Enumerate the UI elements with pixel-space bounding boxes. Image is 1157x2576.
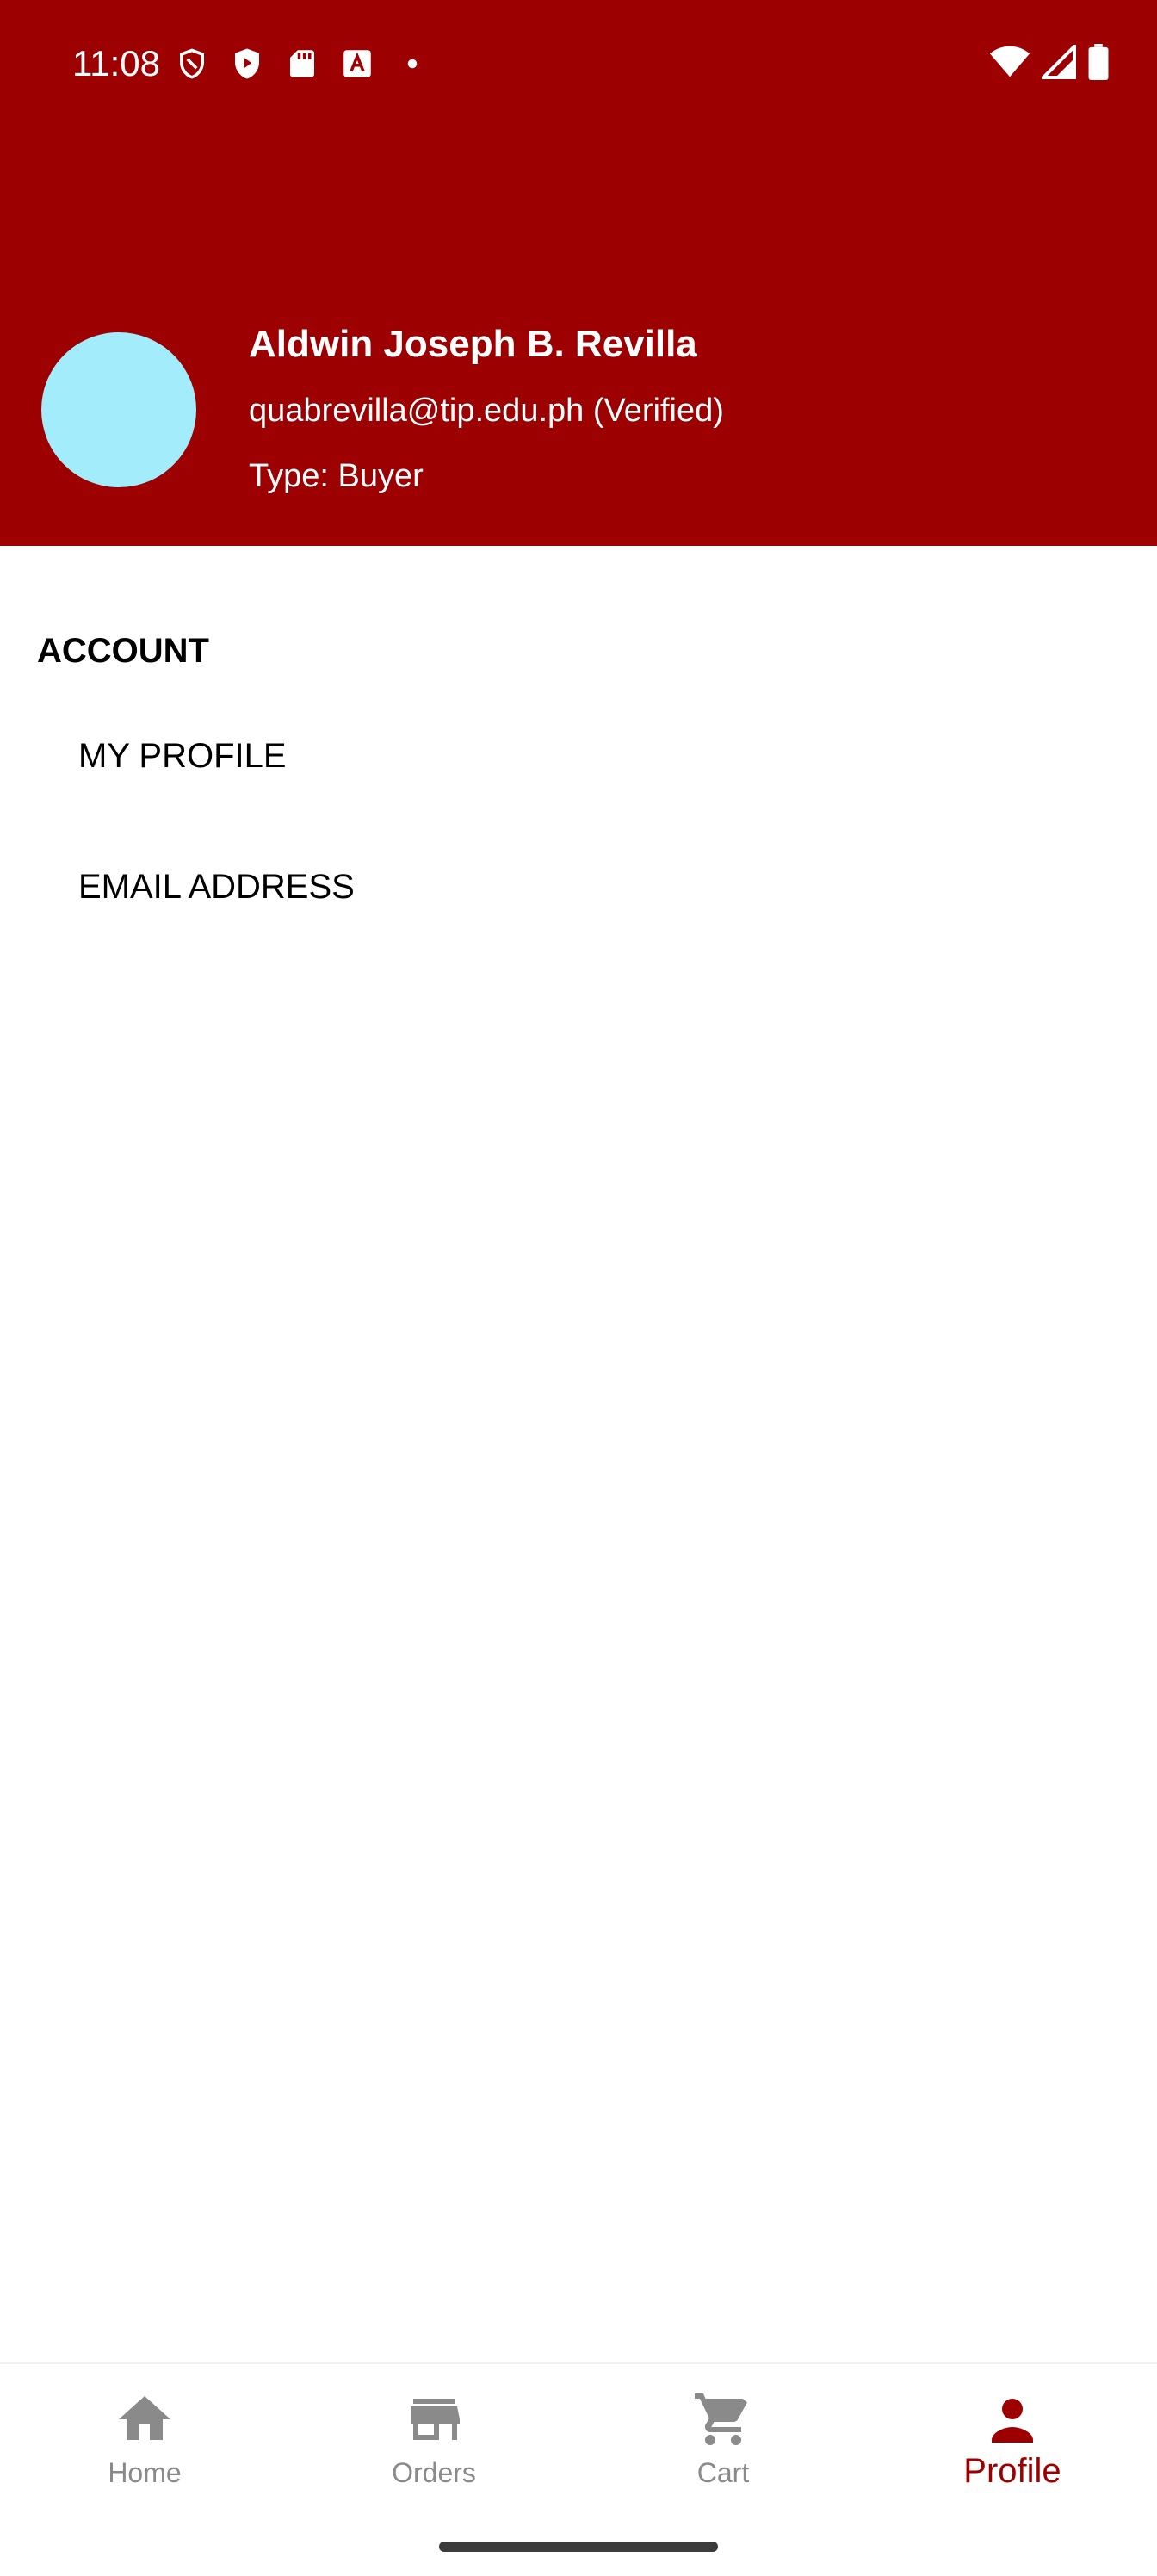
home-icon: [119, 2396, 170, 2440]
nav-cart-label: Cart: [696, 2457, 750, 2488]
app-a-icon: [339, 46, 375, 82]
nav-orders[interactable]: Orders: [289, 2364, 578, 2528]
profile-screen: 11:08 Aldwin Joseph B. Revilla quabrevil…: [0, 0, 1157, 2576]
email-address-label: EMAIL ADDRESS: [78, 867, 355, 906]
status-time: 11:08: [72, 43, 160, 84]
account-section-title: ACCOUNT: [37, 632, 209, 670]
shield-outline-icon: [174, 46, 210, 82]
person-icon: [992, 2399, 1033, 2443]
sd-card-icon: [284, 46, 320, 82]
status-bar: 11:08: [0, 0, 1157, 129]
nav-orders-label: Orders: [392, 2457, 476, 2488]
nav-home[interactable]: Home: [0, 2364, 289, 2528]
nav-profile-label: Profile: [963, 2452, 1061, 2490]
nav-cart[interactable]: Cart: [578, 2364, 868, 2528]
wifi-icon: [990, 45, 1030, 84]
profile-header: 11:08 Aldwin Joseph B. Revilla quabrevil…: [0, 0, 1157, 546]
my-profile-item[interactable]: MY PROFILE: [0, 704, 1157, 808]
shield-play-icon: [229, 46, 265, 82]
nav-profile[interactable]: Profile: [868, 2364, 1157, 2528]
store-icon: [411, 2399, 460, 2440]
status-system-icons: [990, 41, 1109, 84]
avatar[interactable]: [41, 332, 196, 487]
user-type: Type: Buyer: [249, 458, 424, 494]
nav-home-label: Home: [108, 2457, 182, 2488]
user-email: quabrevilla@tip.edu.ph (Verified): [249, 393, 724, 429]
cart-icon: [695, 2393, 747, 2445]
email-address-item[interactable]: EMAIL ADDRESS: [0, 835, 1157, 938]
signal-icon: [1039, 41, 1076, 84]
home-indicator[interactable]: [439, 2542, 718, 2552]
battery-icon: [1088, 43, 1109, 84]
user-name: Aldwin Joseph B. Revilla: [249, 323, 697, 365]
dot-icon: [394, 46, 430, 82]
my-profile-label: MY PROFILE: [78, 736, 287, 775]
status-notification-icons: [174, 45, 430, 83]
